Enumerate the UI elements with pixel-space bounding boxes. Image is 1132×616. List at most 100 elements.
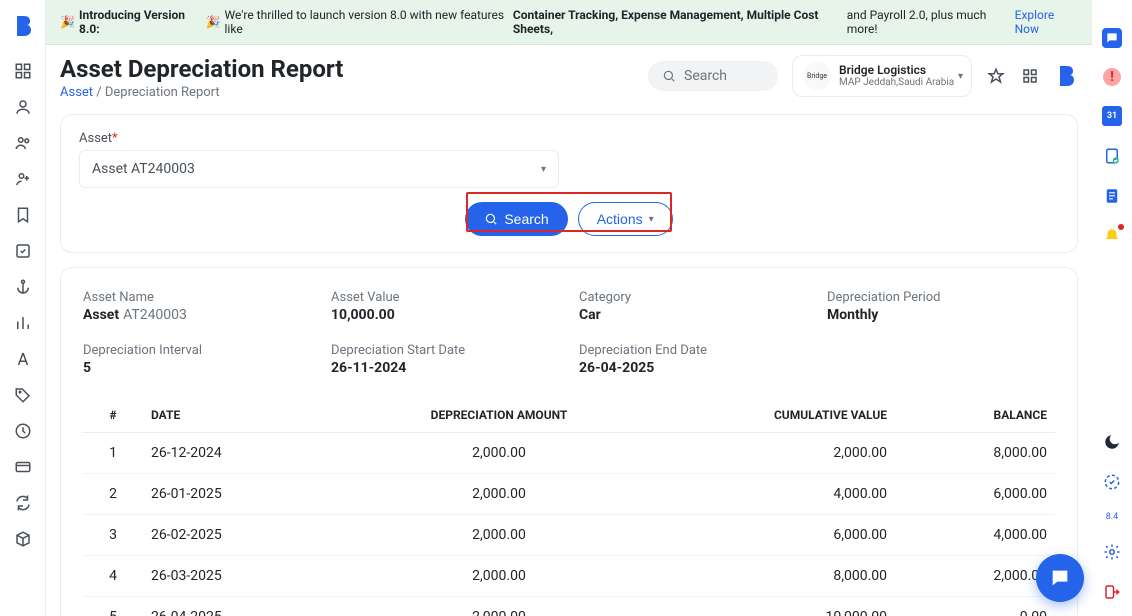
asset-select-value: Asset AT240003 [92, 161, 195, 177]
th-balance: BALANCE [895, 398, 1055, 433]
table-row: 4 26-03-2025 2,000.00 8,000.00 2,000.00 [83, 556, 1055, 597]
favorite-button[interactable] [986, 66, 1006, 86]
org-logo: Bridge [803, 62, 831, 90]
banner-features: Container Tracking, Expense Management, … [513, 8, 843, 36]
left-sidebar [0, 0, 46, 616]
search-icon [484, 212, 498, 226]
brand-logo[interactable] [1054, 64, 1078, 88]
cell-cumulative: 4,000.00 [695, 474, 895, 515]
logout-icon[interactable] [1102, 582, 1122, 602]
end-date-label: Depreciation End Date [579, 343, 807, 358]
user-plus-icon[interactable] [14, 170, 32, 188]
credit-card-icon[interactable] [14, 458, 32, 476]
actions-button[interactable]: Actions ▾ [578, 202, 673, 236]
calendar-icon[interactable]: 31 [1102, 106, 1122, 126]
chat-icon[interactable] [1102, 28, 1122, 48]
breadcrumb-root[interactable]: Asset [60, 85, 93, 100]
sync-icon[interactable] [14, 494, 32, 512]
banner-title: Introducing Version 8.0: [79, 8, 202, 36]
right-sidebar: ! 31 8.4 [1092, 0, 1132, 616]
apps-button[interactable] [1020, 66, 1040, 86]
cell-date: 26-02-2025 [143, 515, 303, 556]
start-date-value: 26-11-2024 [331, 360, 559, 376]
banner-text-post: and Payroll 2.0, plus much more! [847, 8, 1011, 36]
period-label: Depreciation Period [827, 290, 1055, 305]
category-label: Category [579, 290, 807, 305]
cell-balance: 2,000.00 [895, 556, 1055, 597]
end-date-value: 26-04-2025 [579, 360, 807, 376]
asset-name-value: AssetAT240003 [83, 307, 311, 323]
cell-date: 26-12-2024 [143, 433, 303, 474]
font-icon[interactable] [14, 350, 32, 368]
status-check-icon[interactable] [1102, 472, 1122, 492]
cell-amount: 2,000.00 [303, 515, 695, 556]
search-icon [662, 69, 676, 83]
th-amount: DEPRECIATION AMOUNT [303, 398, 695, 433]
org-name: Bridge Logistics [839, 63, 954, 77]
search-placeholder: Search [684, 68, 727, 84]
alert-icon[interactable]: ! [1103, 68, 1121, 86]
chevron-down-icon: ▾ [541, 164, 546, 175]
cell-amount: 2,000.00 [303, 556, 695, 597]
breadcrumb-current: Depreciation Report [105, 85, 220, 100]
interval-value: 5 [83, 360, 311, 376]
cell-balance: 4,000.00 [895, 515, 1055, 556]
cell-amount: 2,000.00 [303, 433, 695, 474]
th-num: # [83, 398, 143, 433]
period-value: Monthly [827, 307, 1055, 323]
dashboard-icon[interactable] [14, 62, 32, 80]
cell-amount: 2,000.00 [303, 597, 695, 616]
asset-name-label: Asset Name [83, 290, 311, 305]
org-selector[interactable]: Bridge Bridge Logistics MAP Jeddah,Saudi… [792, 55, 972, 97]
promo-banner: 🎉 Introducing Version 8.0: 🎉 We're thril… [46, 0, 1092, 45]
asset-value-value: 10,000.00 [331, 307, 559, 323]
global-search[interactable]: Search [648, 61, 778, 91]
version-label: 8.4 [1106, 512, 1119, 522]
bookmark-icon[interactable] [14, 206, 32, 224]
note-check-icon[interactable] [1102, 146, 1122, 166]
breadcrumb: Asset / Depreciation Report [60, 85, 343, 100]
document-icon[interactable] [1102, 186, 1122, 206]
banner-link[interactable]: Explore Now [1015, 8, 1078, 36]
org-sub: MAP Jeddah,Saudi Arabia [839, 77, 954, 89]
asset-field-label: Asset* [79, 131, 1059, 146]
edit-icon[interactable] [14, 242, 32, 260]
tag-icon[interactable] [14, 386, 32, 404]
chat-bubble[interactable] [1036, 554, 1084, 602]
app-logo[interactable] [11, 14, 35, 38]
asset-value-label: Asset Value [331, 290, 559, 305]
cell-balance: 8,000.00 [895, 433, 1055, 474]
cell-cumulative: 8,000.00 [695, 556, 895, 597]
user-icon[interactable] [14, 98, 32, 116]
th-date: DATE [143, 398, 303, 433]
dark-mode-icon[interactable] [1102, 432, 1122, 452]
cell-date: 26-04-2025 [143, 597, 303, 616]
cell-date: 26-01-2025 [143, 474, 303, 515]
cell-num: 3 [83, 515, 143, 556]
cube-icon[interactable] [14, 530, 32, 548]
table-row: 5 26-04-2025 2,000.00 10,000.00 0.00 [83, 597, 1055, 616]
asset-select[interactable]: Asset AT240003 ▾ [79, 150, 559, 188]
table-row: 1 26-12-2024 2,000.00 2,000.00 8,000.00 [83, 433, 1055, 474]
clock-icon[interactable] [14, 422, 32, 440]
th-cumulative: CUMULATIVE VALUE [695, 398, 895, 433]
cell-cumulative: 2,000.00 [695, 433, 895, 474]
main-content: 🎉 Introducing Version 8.0: 🎉 We're thril… [46, 0, 1092, 616]
users-icon[interactable] [14, 134, 32, 152]
cell-cumulative: 10,000.00 [695, 597, 895, 616]
chevron-down-icon: ▾ [958, 71, 963, 82]
anchor-icon[interactable] [14, 278, 32, 296]
filter-card: Asset* Asset AT240003 ▾ Search Actions ▾ [60, 114, 1078, 253]
page-title: Asset Depreciation Report [60, 55, 343, 83]
bell-icon[interactable] [1102, 226, 1122, 246]
search-button[interactable]: Search [465, 202, 567, 236]
cell-balance: 6,000.00 [895, 474, 1055, 515]
cell-balance: 0.00 [895, 597, 1055, 616]
banner-text-pre: We're thrilled to launch version 8.0 wit… [225, 8, 509, 36]
report-card: Asset Name AssetAT240003 Asset Value 10,… [60, 267, 1078, 616]
chevron-down-icon: ▾ [649, 214, 654, 225]
bar-chart-icon[interactable] [14, 314, 32, 332]
settings-icon[interactable] [1102, 542, 1122, 562]
table-row: 2 26-01-2025 2,000.00 4,000.00 6,000.00 [83, 474, 1055, 515]
cell-num: 5 [83, 597, 143, 616]
